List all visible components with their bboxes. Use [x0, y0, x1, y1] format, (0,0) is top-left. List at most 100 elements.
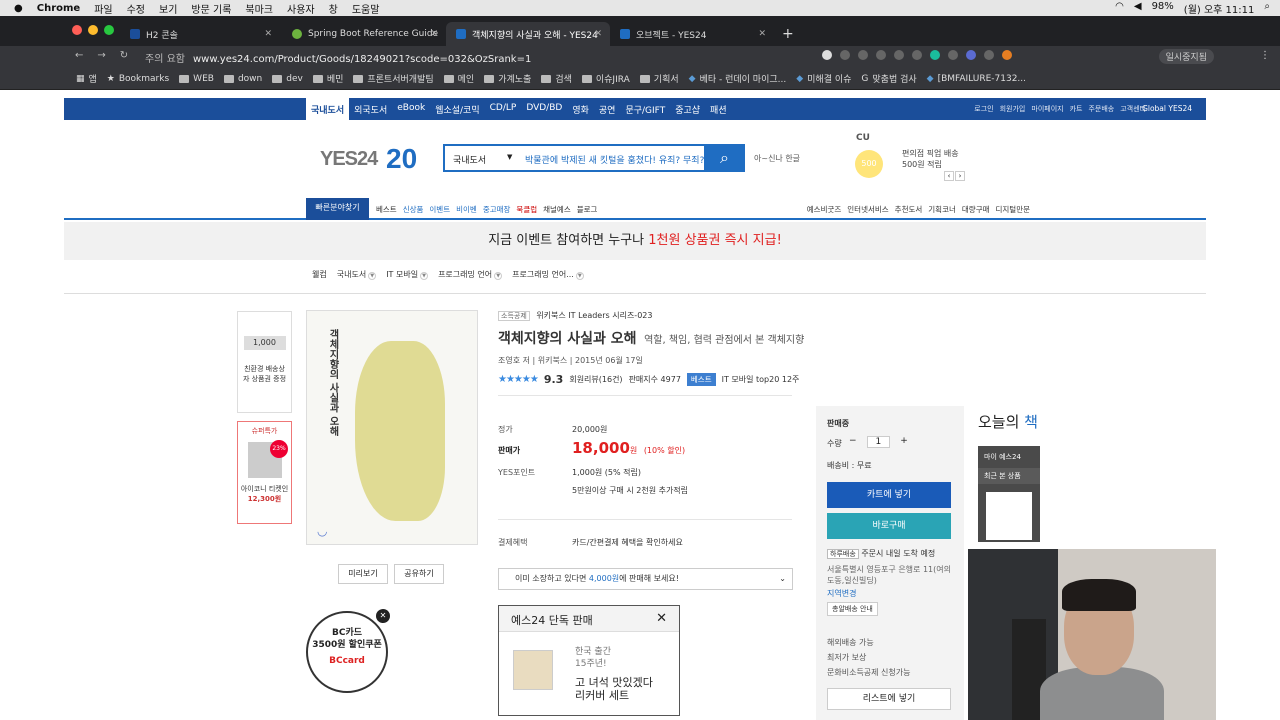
bookmark-folder[interactable]: 가계노출 — [484, 72, 531, 85]
wifi-icon[interactable]: ◠ — [1115, 1, 1124, 16]
catnav-event[interactable]: 이벤트 — [429, 204, 450, 215]
catnav-bievent[interactable]: 비이벤 — [456, 204, 477, 215]
url-field[interactable]: 주의 요함 www.yes24.com/Product/Goods/1824902… — [145, 50, 531, 65]
set-image[interactable] — [513, 650, 553, 690]
security-warning[interactable]: 주의 요함 — [145, 54, 185, 65]
nav-dvd[interactable]: DVD/BD — [521, 98, 567, 120]
close-tab-icon[interactable]: ✕ — [430, 29, 438, 39]
extension-icon[interactable] — [984, 50, 994, 60]
nav-movie[interactable]: 영화 — [567, 98, 594, 120]
breadcrumb-item[interactable]: IT 모바일 ▼ — [386, 269, 429, 280]
menu-edit[interactable]: 수정 — [127, 1, 145, 16]
quantity-value[interactable]: 1 — [866, 436, 891, 448]
close-tab-icon[interactable]: ✕ — [758, 29, 766, 39]
bookmark-folder[interactable]: dev — [272, 74, 303, 84]
bookmark-item[interactable]: ◆ 베타 - 런데이 마이그... — [689, 72, 787, 86]
nav-gift[interactable]: 문구/GIFT — [620, 98, 670, 120]
recent-item-thumbnail[interactable] — [986, 492, 1032, 540]
buy-now-button[interactable]: 바로구매 — [827, 513, 951, 539]
battery-percent[interactable]: 98% — [1152, 1, 1174, 16]
search-input[interactable]: 박물관에 박제된 새 킷털을 훔쳤다! 유죄? 무죄? — [525, 153, 704, 166]
breadcrumb-item[interactable]: 프로그래밍 언어... ▼ — [512, 269, 584, 280]
forward-icon[interactable]: → — [97, 50, 105, 61]
close-window-button[interactable] — [72, 25, 82, 35]
recommend-keyword[interactable]: 아~신나 한글 — [754, 153, 800, 164]
bookmark-star-icon[interactable] — [822, 50, 832, 60]
bookmark-folder[interactable]: 프론트서버개발팀 — [353, 72, 434, 85]
extension-icon[interactable] — [948, 50, 958, 60]
search-button[interactable]: ⌕ — [704, 144, 745, 172]
today-book-title[interactable]: 오늘의 책 — [978, 411, 1038, 432]
resell-promo[interactable]: 이미 소장하고 있다면 4,000원에 판매해 보세요! ⌄ — [498, 568, 793, 590]
extension-icon[interactable] — [930, 50, 940, 60]
tab-yes24-book[interactable]: 객체지향의 사실과 오해 - YES24 ✕ — [446, 22, 610, 46]
close-icon[interactable]: ✕ — [376, 609, 390, 623]
minus-icon[interactable]: − — [849, 436, 857, 448]
bookmark-item[interactable]: ◆ [BMFAILURE-7132... — [927, 74, 1026, 84]
share-button[interactable]: 공유하기 — [394, 564, 444, 584]
nav-webnovel[interactable]: 웹소설/코믹 — [430, 98, 484, 120]
extension-icon[interactable] — [876, 50, 886, 60]
quantity-stepper[interactable]: − 1 + — [849, 436, 908, 448]
bookmark-folder[interactable]: 이슈JIRA — [581, 72, 630, 85]
catnav-best[interactable]: 베스트 — [376, 204, 397, 215]
nav-ebook[interactable]: eBook — [392, 98, 430, 120]
clock[interactable]: (월) 오후 11:11 — [1184, 1, 1255, 16]
menu-file[interactable]: 파일 — [94, 1, 112, 16]
bookmark-folder[interactable]: WEB — [179, 74, 214, 84]
preview-button[interactable]: 미리보기 — [338, 564, 388, 584]
book-cover[interactable]: 객체지향의 사실과 오해 ◡ — [306, 310, 478, 545]
menu-help[interactable]: 도움말 — [352, 1, 380, 16]
nav-used[interactable]: 중고샵 — [670, 98, 705, 120]
bookmark-folder[interactable]: 기획서 — [639, 72, 679, 85]
extension-icon[interactable] — [840, 50, 850, 60]
plus-icon[interactable]: + — [900, 436, 908, 448]
eco-box-promo[interactable]: 1,000 친환경 배송상자 상품권 증정 — [237, 311, 292, 413]
quick-category-button[interactable]: 빠른분야찾기 — [306, 198, 369, 220]
catnav-feature[interactable]: 기획코너 — [928, 204, 956, 215]
popup-product-link[interactable]: 고 녀석 맛있겠다 리커버 세트 — [575, 676, 653, 702]
nav-show[interactable]: 공연 — [594, 98, 621, 120]
login-link[interactable]: 로그인 — [974, 104, 993, 114]
close-icon[interactable]: ✕ — [656, 611, 667, 626]
publisher-link[interactable]: 위키북스 — [538, 356, 567, 365]
add-to-cart-button[interactable]: 카트에 넣기 — [827, 482, 951, 508]
bookmark-folder[interactable]: 검색 — [541, 72, 572, 85]
add-to-wishlist-button[interactable]: 리스트에 넣기 — [827, 688, 951, 710]
catnav-digital[interactable]: 디지털만문 — [996, 204, 1031, 215]
menu-view[interactable]: 보기 — [159, 1, 177, 16]
chevron-left-icon[interactable]: ‹ — [944, 171, 954, 181]
nav-fashion[interactable]: 패션 — [705, 98, 732, 120]
search-category-select[interactable]: 국내도서 — [453, 153, 486, 166]
series-link[interactable]: 위키북스 IT Leaders 시리즈-023 — [536, 311, 652, 320]
rank-link[interactable]: IT 모바일 top20 12주 — [722, 374, 800, 385]
extension-icon[interactable] — [858, 50, 868, 60]
nav-cd-lp[interactable]: CD/LP — [485, 98, 522, 120]
bookmark-folder[interactable]: 베민 — [312, 72, 343, 85]
close-tab-icon[interactable]: ✕ — [264, 29, 272, 39]
author-link[interactable]: 조영호 저 — [498, 356, 530, 365]
extension-icon[interactable] — [1002, 50, 1012, 60]
extension-icon[interactable] — [912, 50, 922, 60]
menu-bookmarks[interactable]: 북마크 — [245, 1, 273, 16]
breadcrumb-item[interactable]: 국내도서 ▼ — [337, 269, 377, 280]
change-region-link[interactable]: 지역변경 — [827, 588, 856, 599]
global-yes24-link[interactable]: Global YES24 — [1142, 104, 1192, 113]
breadcrumb-home[interactable]: 웰컴 — [312, 269, 327, 280]
zoom-window-button[interactable] — [104, 25, 114, 35]
convenience-pickup-promo[interactable]: 편의점 픽업 배송 500원 적립 — [902, 148, 959, 170]
close-tab-icon[interactable]: ✕ — [594, 29, 602, 39]
bookmark-item[interactable]: ★ Bookmarks — [107, 74, 169, 84]
orders-link[interactable]: 주문배송 — [1088, 104, 1114, 114]
reviews-link[interactable]: 회원리뷰(16건) — [569, 374, 622, 385]
benefit-dropdown[interactable]: 카드/간편결제 혜택을 확인하세요 — [572, 537, 683, 548]
bccard-coupon-badge[interactable]: ✕ BC카드 3500원 할인쿠폰 BCcard — [306, 609, 390, 693]
super-deal-promo[interactable]: 슈퍼특가 23% 아이코니 티켓인 12,300원 — [237, 421, 292, 524]
apple-icon[interactable]: ● — [14, 3, 23, 14]
reload-icon[interactable]: ↻ — [120, 50, 128, 61]
new-tab-button[interactable]: + — [778, 22, 798, 46]
yes24-logo[interactable]: YES24 — [320, 148, 378, 171]
minimize-window-button[interactable] — [88, 25, 98, 35]
catnav-new[interactable]: 신상품 — [403, 204, 424, 215]
tab-yes24-object[interactable]: 오브젝트 - YES24 ✕ — [610, 22, 774, 46]
